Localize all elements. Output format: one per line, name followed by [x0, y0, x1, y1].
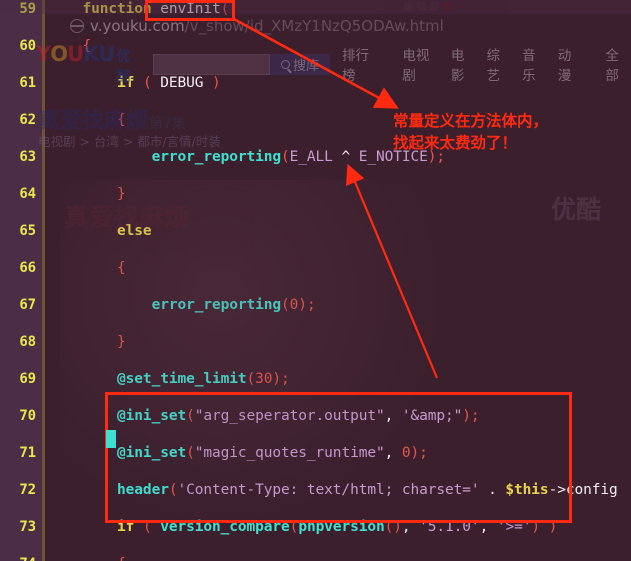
line-number: 72: [19, 482, 36, 498]
code-line[interactable]: 69 @set_time_limit(30);: [0, 370, 631, 389]
code-line[interactable]: 72 header('Content-Type: text/html; char…: [0, 481, 631, 500]
line-number: 64: [19, 186, 36, 202]
code-line[interactable]: 65 else: [0, 222, 631, 241]
code-text: function envInit(): [82, 1, 238, 17]
line-number: 69: [19, 371, 36, 387]
code-line[interactable]: 71 @ini_set("magic_quotes_runtime", 0);: [0, 444, 631, 463]
code-text: if ( version_compare(phpversion(), '5.1.…: [117, 519, 558, 535]
code-text: {: [48, 555, 126, 561]
line-number: 67: [19, 297, 36, 313]
code-text: else: [117, 223, 152, 239]
line-number: 63: [19, 149, 36, 165]
line-number: 60: [19, 38, 36, 54]
code-text: {: [82, 38, 92, 54]
code-line[interactable]: 62 {: [0, 111, 631, 130]
code-line[interactable]: 63 error_reporting(E_ALL ^ E_NOTICE);: [0, 148, 631, 167]
code-line[interactable]: 61 if ( DEBUG ): [0, 74, 631, 93]
code-text: error_reporting(E_ALL ^ E_NOTICE);: [151, 149, 446, 165]
line-number: 62: [19, 112, 36, 128]
line-number: 71: [19, 445, 36, 461]
code-editor[interactable]: 59 function envInit() 60 {61 if ( DEBUG )…: [0, 0, 631, 561]
line-number: 74: [0, 555, 36, 561]
code-line[interactable]: 70 @ini_set("arg_seperator.output", '&am…: [0, 407, 631, 426]
line-number: 70: [19, 408, 36, 424]
code-line[interactable]: 60 {: [0, 37, 631, 56]
code-text: @ini_set("magic_quotes_runtime", 0);: [117, 445, 428, 461]
code-line[interactable]: 67 error_reporting(0);: [0, 296, 631, 315]
code-text: {: [117, 260, 126, 276]
code-text: @set_time_limit(30);: [117, 371, 290, 387]
code-text: }: [117, 186, 126, 202]
code-lines-container: 59 function envInit() 60 {61 if ( DEBUG )…: [0, 0, 631, 561]
line-number: 66: [19, 260, 36, 276]
line-number: 68: [19, 334, 36, 350]
code-text: header('Content-Type: text/html; charset…: [117, 482, 618, 498]
code-line[interactable]: 74 {: [0, 555, 631, 561]
code-line[interactable]: 73 if ( version_compare(phpversion(), '5…: [0, 518, 631, 537]
code-text: }: [117, 334, 126, 350]
code-text: @ini_set("arg_seperator.output", '&amp;"…: [117, 408, 480, 424]
line-number: 73: [19, 519, 36, 535]
code-text: {: [117, 112, 126, 128]
code-line[interactable]: 59 function envInit(): [0, 0, 631, 19]
code-line[interactable]: 68 }: [0, 333, 631, 352]
line-number: 59: [19, 1, 36, 17]
line-number: 61: [19, 75, 36, 91]
code-line[interactable]: 66 {: [0, 259, 631, 278]
line-number: 65: [19, 223, 36, 239]
code-text: error_reporting(0);: [151, 297, 316, 313]
code-line[interactable]: 64 }: [0, 185, 631, 204]
code-text: if ( DEBUG ): [117, 75, 221, 91]
